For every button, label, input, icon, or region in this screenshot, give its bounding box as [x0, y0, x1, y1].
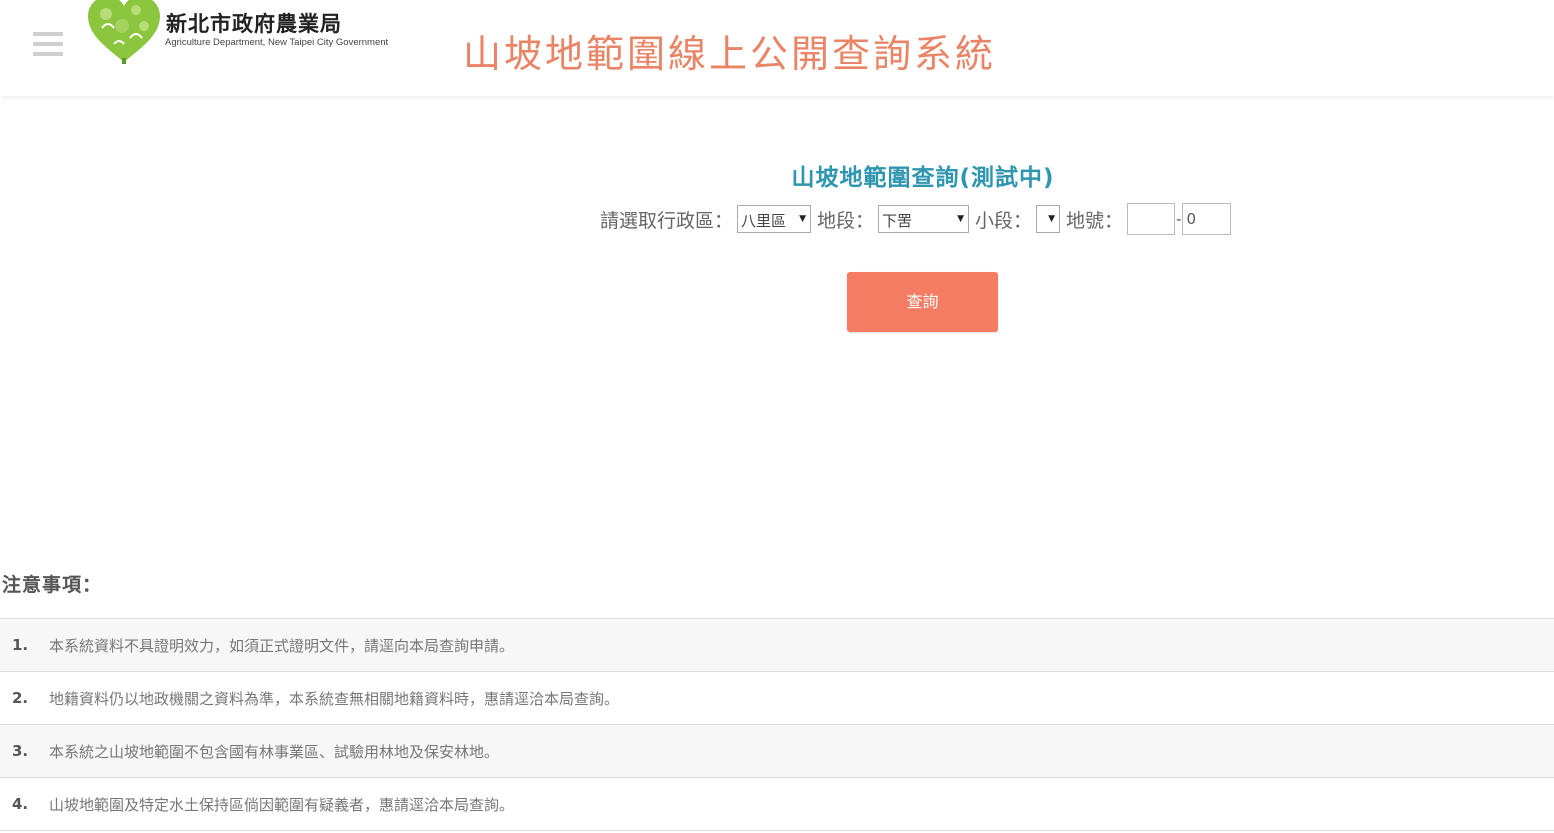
- notes-title: 注意事項：: [2, 574, 103, 596]
- org-name: 新北市政府農業局: [166, 12, 342, 36]
- landno-main-input[interactable]: [1127, 203, 1176, 235]
- note-number: 4.: [12, 795, 29, 813]
- dropdown-arrow-icon: ▼: [957, 214, 965, 224]
- menu-icon[interactable]: [33, 32, 63, 58]
- landno-dash: -: [1176, 210, 1182, 228]
- section-select-value: 下罟: [882, 212, 913, 230]
- heart-logo-icon: [88, 0, 160, 64]
- site-title: 山坡地範圍線上公開查詢系統: [463, 32, 997, 76]
- subsection-label: 小段：: [975, 209, 1033, 232]
- org-name-en: Agriculture Department, New Taipei City …: [165, 37, 389, 48]
- district-select[interactable]: 八里區 ▼: [737, 205, 812, 233]
- section-select[interactable]: 下罟 ▼: [878, 205, 970, 233]
- section-label: 地段：: [817, 209, 875, 232]
- list-item: 3. 本系統之山坡地範圍不包含國有林事業區、試驗用林地及保安林地。: [0, 725, 1554, 778]
- note-text: 地籍資料仍以地政機關之資料為準，本系統查無相關地籍資料時，惠請逕洽本局查詢。: [49, 689, 620, 708]
- query-title: 山坡地範圍查詢(測試中): [791, 165, 1055, 191]
- list-item: 2. 地籍資料仍以地政機關之資料為準，本系統查無相關地籍資料時，惠請逕洽本局查詢…: [0, 672, 1554, 725]
- note-number: 3.: [12, 742, 29, 760]
- query-form: 請選取行政區： 八里區 ▼ 地段： 下罟 ▼ 小段： ▼ 地號： - 0: [600, 203, 1232, 235]
- note-text: 本系統資料不具證明效力，如須正式證明文件，請逕向本局查詢申請。: [49, 636, 515, 655]
- district-select-value: 八里區: [741, 212, 787, 230]
- list-item: 4. 山坡地範圍及特定水土保持區倘因範圍有疑義者，惠請逕洽本局查詢。: [0, 778, 1554, 831]
- query-section: 山坡地範圍查詢(測試中): [723, 158, 1123, 192]
- dropdown-arrow-icon: ▼: [1048, 214, 1056, 224]
- note-text: 本系統之山坡地範圍不包含國有林事業區、試驗用林地及保安林地。: [49, 742, 500, 761]
- list-item: 1. 本系統資料不具證明效力，如須正式證明文件，請逕向本局查詢申請。: [0, 619, 1554, 672]
- notes-list: 1. 本系統資料不具證明效力，如須正式證明文件，請逕向本局查詢申請。 2. 地籍…: [0, 618, 1554, 831]
- district-label: 請選取行政區：: [600, 209, 734, 232]
- site-header: 新北市政府農業局 Agriculture Department, New Tai…: [0, 0, 1554, 96]
- dropdown-arrow-icon: ▼: [799, 214, 807, 224]
- subsection-select[interactable]: ▼: [1036, 205, 1061, 233]
- note-number: 1.: [12, 636, 29, 654]
- note-number: 2.: [12, 689, 29, 707]
- query-button[interactable]: 查詢: [847, 272, 998, 332]
- landno-label: 地號：: [1066, 209, 1124, 232]
- logo[interactable]: 新北市政府農業局 Agriculture Department, New Tai…: [84, 0, 388, 66]
- landno-sub-input[interactable]: 0: [1182, 203, 1232, 235]
- note-text: 山坡地範圍及特定水土保持區倘因範圍有疑義者，惠請逕洽本局查詢。: [49, 795, 515, 814]
